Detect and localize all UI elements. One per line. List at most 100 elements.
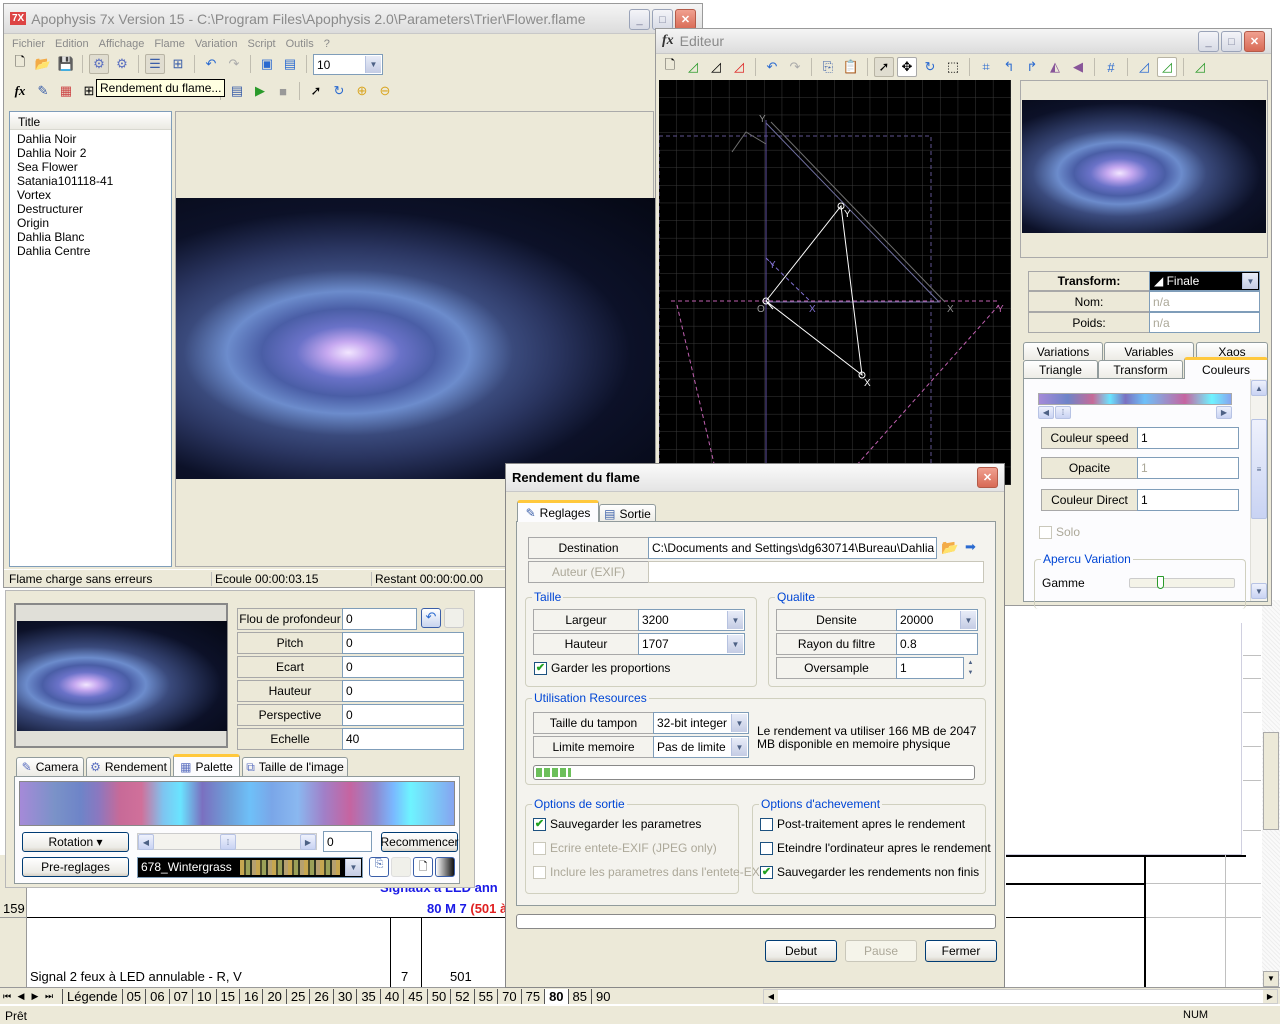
sheet-tab[interactable]: 80 xyxy=(544,988,568,1004)
sheet-tab[interactable]: Légende xyxy=(62,988,122,1004)
close-dialog-button[interactable]: Fermer xyxy=(925,940,997,962)
option-checkbox[interactable]: Ecrire entete-EXIF (JPEG only) xyxy=(533,841,717,855)
gamma-slider[interactable] xyxy=(1129,576,1235,589)
hscroll-right-arrow[interactable]: ▶ xyxy=(1263,990,1277,1003)
cell-signal-description[interactable]: Signal 2 feux à LED annulable - R, V xyxy=(30,969,242,984)
redo-icon[interactable]: ↷ xyxy=(785,57,805,77)
script-icon[interactable]: ▤ xyxy=(227,81,247,101)
list-item[interactable]: Vortex xyxy=(10,188,171,202)
zoom-in-icon[interactable]: ⊕ xyxy=(352,81,372,101)
hscroll-left-arrow[interactable]: ◀ xyxy=(764,990,778,1003)
sheet-tab[interactable]: 50 xyxy=(426,988,450,1004)
move-mode-icon[interactable]: ✥ xyxy=(897,57,917,77)
maximize-button[interactable]: □ xyxy=(1221,31,1242,52)
scroll-up-arrow[interactable]: ▲ xyxy=(1251,380,1267,396)
menu-[interactable]: ? xyxy=(324,38,330,50)
list-header-title[interactable]: Title xyxy=(10,112,171,130)
thumbnail-view-icon[interactable]: ⊞ xyxy=(168,54,188,74)
final-transform-icon[interactable]: ◿ xyxy=(1157,57,1177,77)
flip-vertical-icon[interactable]: ◀ xyxy=(1068,57,1088,77)
vscroll-down-arrow[interactable]: ▼ xyxy=(1263,971,1279,987)
sheet-tab[interactable]: 35 xyxy=(356,988,379,1004)
tab-triangle[interactable]: Triangle xyxy=(1023,360,1098,379)
menu-fichier[interactable]: Fichier xyxy=(12,38,45,50)
blank-field-button[interactable] xyxy=(444,608,464,628)
sheet-tab[interactable]: 40 xyxy=(379,988,403,1004)
transform-select[interactable]: ◢ Finale ▼ xyxy=(1149,271,1260,291)
tab-transform[interactable]: Transform xyxy=(1098,360,1183,379)
author-input[interactable] xyxy=(648,561,984,583)
chevron-down-icon[interactable]: ▼ xyxy=(727,635,743,653)
scroll-left-arrow[interactable]: ◀ xyxy=(138,834,154,850)
hscrollbar[interactable]: ◀ ▶ xyxy=(763,989,1278,1004)
main-titlebar[interactable]: 7X Apophysis 7x Version 15 - C:\Program … xyxy=(4,4,702,34)
menu-flame[interactable]: Flame xyxy=(154,38,185,50)
chevron-down-icon[interactable]: ▼ xyxy=(731,714,747,732)
minimize-button[interactable]: _ xyxy=(629,9,650,30)
rotate-left-icon[interactable]: ↰ xyxy=(999,57,1019,77)
sheet-tab[interactable]: 55 xyxy=(473,988,497,1004)
scroll-thumb[interactable]: ⁞ xyxy=(220,834,236,850)
sheet-tab[interactable]: 26 xyxy=(309,988,332,1004)
rotate-icon[interactable]: ↻ xyxy=(329,81,349,101)
list-item[interactable]: Dahlia Blanc xyxy=(10,230,171,244)
browse-folder-icon[interactable]: 📂 xyxy=(941,539,958,556)
menu-script[interactable]: Script xyxy=(248,38,276,50)
density-select[interactable]: 20000 ▼ xyxy=(896,609,978,631)
tab-camera[interactable]: ✎ Camera xyxy=(16,757,84,776)
editor-fx-icon[interactable]: fx xyxy=(10,81,30,101)
play-script-icon[interactable]: ▶ xyxy=(250,81,270,101)
new-triangle-icon[interactable]: 🗋 xyxy=(660,57,680,77)
solo-checkbox[interactable]: Solo xyxy=(1039,525,1080,539)
close-button[interactable]: ✕ xyxy=(977,467,998,488)
menu-variation[interactable]: Variation xyxy=(195,38,238,50)
tab-output[interactable]: ▤ Sortie xyxy=(599,504,656,522)
blank-button[interactable] xyxy=(391,857,411,877)
gamma-slider-thumb[interactable] xyxy=(1157,576,1164,589)
first-sheet-button[interactable]: ⏮ xyxy=(0,991,14,1002)
zoom-out-icon[interactable]: ⊖ xyxy=(375,81,395,101)
direct-color-input[interactable]: 1 xyxy=(1137,489,1239,511)
chevron-down-icon[interactable]: ▼ xyxy=(1242,273,1258,289)
chevron-down-icon[interactable]: ▼ xyxy=(731,738,747,756)
render-gear-icon[interactable]: ⚙ xyxy=(89,54,109,74)
zoom-select[interactable]: 10 ▼ xyxy=(313,53,383,75)
scroll-right-arrow[interactable]: ▶ xyxy=(300,834,316,850)
color-scrollbar[interactable]: ◀ ⁞ ▶ xyxy=(1038,406,1232,420)
sheet-tab[interactable]: 52 xyxy=(450,988,473,1004)
row-number-159[interactable]: 159 xyxy=(3,901,25,916)
rotation-scrollbar[interactable]: ◀ ⁞ ▶ xyxy=(137,833,317,850)
chevron-down-icon[interactable]: ▼ xyxy=(727,611,743,629)
add-triangle-icon[interactable]: ◿ xyxy=(683,57,703,77)
copy-icon[interactable]: ⎘ xyxy=(818,57,838,77)
option-checkbox[interactable]: ✔ Sauvegarder les parametres xyxy=(533,817,701,831)
chevron-down-icon[interactable]: ▼ xyxy=(345,859,361,876)
option-checkbox[interactable]: Post-traitement apres le rendement xyxy=(760,817,965,831)
sheet-tab[interactable]: 20 xyxy=(262,988,285,1004)
rotation-button[interactable]: Rotation ▾ xyxy=(22,832,129,852)
pause-button[interactable]: Pause xyxy=(845,940,917,962)
memory-limit-select[interactable]: Pas de limite ▼ xyxy=(653,736,749,758)
tab-settings[interactable]: ✎ Reglages xyxy=(517,500,599,522)
scroll-thumb[interactable]: ⁞ xyxy=(1055,406,1071,419)
rotate-mode-icon[interactable]: ↻ xyxy=(920,57,940,77)
grid-toggle-icon[interactable]: # xyxy=(1101,57,1121,77)
sheet-tab[interactable]: 15 xyxy=(215,988,239,1004)
colors-panel-scrollbar[interactable]: ▲ ≡ ▼ xyxy=(1250,379,1267,601)
opacity-input[interactable]: 1 xyxy=(1137,457,1239,479)
menu-edition[interactable]: Edition xyxy=(55,38,89,50)
paste-icon[interactable]: 📋 xyxy=(841,57,861,77)
color-gradient[interactable] xyxy=(1038,393,1232,405)
list-item[interactable]: Dahlia Noir 2 xyxy=(10,146,171,160)
list-item[interactable]: Origin xyxy=(10,216,171,230)
sheet-tab[interactable]: 16 xyxy=(238,988,262,1004)
chevron-down-icon[interactable]: ▼ xyxy=(365,55,381,73)
select-mode-icon[interactable]: ➚ xyxy=(874,57,894,77)
adjust-field-input[interactable]: 40 xyxy=(342,728,464,750)
list-item[interactable]: Dahlia Centre xyxy=(10,244,171,258)
open-folder-icon[interactable]: 📂 xyxy=(33,54,53,74)
tab-couleurs[interactable]: Couleurs xyxy=(1184,357,1268,379)
adjust-field-input[interactable]: 0 xyxy=(342,656,464,678)
oversample-input[interactable]: 1 xyxy=(896,657,964,679)
copy-palette-button[interactable]: ⎘ xyxy=(369,857,389,877)
